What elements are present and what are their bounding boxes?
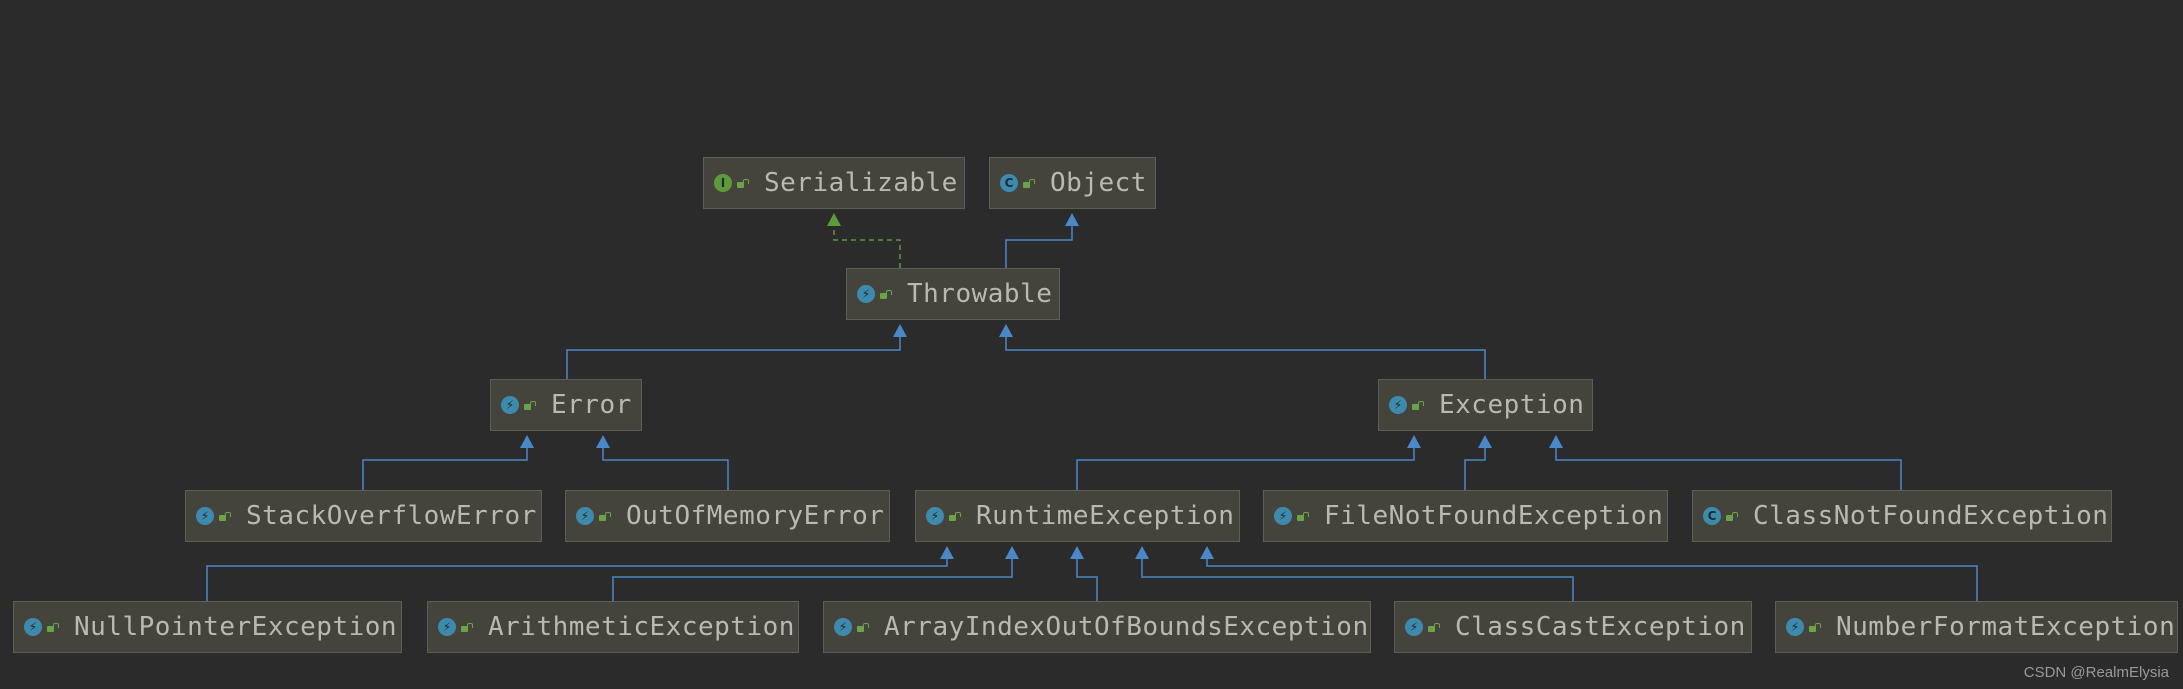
edge-error-throwable: [566, 336, 901, 379]
node-throwable[interactable]: ⚡ Throwable: [846, 268, 1060, 320]
node-nullpointerexception[interactable]: ⚡ NullPointerException: [13, 601, 402, 653]
lock-icon: [880, 289, 892, 299]
node-serializable[interactable]: I Serializable: [703, 157, 965, 209]
arrowhead: [999, 324, 1013, 337]
node-label: RuntimeException: [976, 501, 1235, 531]
exception-class-icon: ⚡: [1389, 396, 1407, 414]
edge-arithmeticexception-runtimeexception: [612, 558, 1013, 601]
arrowhead: [1135, 546, 1149, 559]
lock-icon: [219, 511, 231, 521]
node-exception[interactable]: ⚡ Exception: [1378, 379, 1593, 431]
edges-layer: [206, 213, 1978, 601]
edge-runtimeexception-exception: [1076, 447, 1415, 490]
edge-nullpointerexception-runtimeexception: [206, 558, 948, 601]
lock-icon: [47, 622, 59, 632]
edge-filenotfoundexception-exception: [1464, 447, 1486, 490]
arrowhead: [520, 435, 534, 448]
node-label: Serializable: [764, 168, 958, 198]
node-classnotfoundexception[interactable]: C ClassNotFoundException: [1692, 490, 2112, 542]
lock-icon: [1726, 511, 1738, 521]
lock-icon: [599, 511, 611, 521]
node-label: ClassNotFoundException: [1753, 501, 2109, 531]
lock-icon: [857, 622, 869, 632]
node-arrayindexoutofboundsexception[interactable]: ⚡ ArrayIndexOutOfBoundsException: [823, 601, 1371, 653]
exception-class-icon: ⚡: [438, 618, 456, 636]
watermark: CSDN @RealmElysia: [2023, 664, 2169, 681]
arrowhead: [596, 435, 610, 448]
edge-classnotfoundexception-exception: [1555, 447, 1902, 490]
exception-class-icon: ⚡: [1786, 618, 1804, 636]
arrowhead: [1065, 213, 1079, 226]
arrowhead: [1478, 435, 1492, 448]
node-label: Error: [551, 390, 632, 420]
node-label: OutOfMemoryError: [626, 501, 885, 531]
edge-throwable-serializable: [833, 225, 901, 268]
node-outofmemoryerror[interactable]: ⚡ OutOfMemoryError: [565, 490, 890, 542]
node-filenotfoundexception[interactable]: ⚡ FileNotFoundException: [1263, 490, 1668, 542]
node-object[interactable]: C Object: [989, 157, 1156, 209]
class-icon: C: [1000, 174, 1018, 192]
exception-class-icon: ⚡: [196, 507, 214, 525]
exception-class-icon: ⚡: [1274, 507, 1292, 525]
lock-icon: [1809, 622, 1821, 632]
node-label: ArrayIndexOutOfBoundsException: [884, 612, 1369, 642]
lock-icon: [461, 622, 473, 632]
edge-exception-throwable: [1005, 336, 1486, 379]
exception-class-icon: ⚡: [857, 285, 875, 303]
edge-outofmemoryerror-error: [602, 447, 729, 490]
arrowhead: [1549, 435, 1563, 448]
exception-class-icon: ⚡: [24, 618, 42, 636]
arrowhead: [1200, 546, 1214, 559]
node-classcastexception[interactable]: ⚡ ClassCastException: [1394, 601, 1752, 653]
node-runtimeexception[interactable]: ⚡ RuntimeException: [915, 490, 1240, 542]
edge-arrayindexoutofboundsexception-runtimeexception: [1076, 558, 1098, 601]
lock-icon: [1297, 511, 1309, 521]
node-arithmeticexception[interactable]: ⚡ ArithmeticException: [427, 601, 799, 653]
lock-icon: [1428, 622, 1440, 632]
node-label: FileNotFoundException: [1324, 501, 1664, 531]
arrowhead: [940, 546, 954, 559]
exception-class-icon: ⚡: [834, 618, 852, 636]
interface-icon: I: [714, 174, 732, 192]
arrowhead: [827, 213, 841, 226]
exception-class-icon: ⚡: [1405, 618, 1423, 636]
lock-icon: [1023, 178, 1035, 188]
lock-icon: [737, 178, 749, 188]
node-label: NullPointerException: [74, 612, 398, 642]
edge-throwable-object: [1005, 225, 1073, 268]
arrowhead: [1005, 546, 1019, 559]
node-label: Throwable: [907, 279, 1053, 309]
arrowhead: [893, 324, 907, 337]
node-label: StackOverflowError: [246, 501, 537, 531]
node-error[interactable]: ⚡ Error: [490, 379, 642, 431]
lock-icon: [949, 511, 961, 521]
arrowhead: [1070, 546, 1084, 559]
node-label: NumberFormatException: [1836, 612, 2176, 642]
node-label: Object: [1050, 168, 1147, 198]
node-numberformatexception[interactable]: ⚡ NumberFormatException: [1775, 601, 2178, 653]
exception-class-icon: ⚡: [576, 507, 594, 525]
node-label: ArithmeticException: [488, 612, 795, 642]
class-icon: C: [1703, 507, 1721, 525]
node-label: Exception: [1439, 390, 1585, 420]
node-stackoverflowerror[interactable]: ⚡ StackOverflowError: [185, 490, 542, 542]
node-label: ClassCastException: [1455, 612, 1746, 642]
lock-icon: [524, 400, 536, 410]
edge-stackoverflowerror-error: [362, 447, 528, 490]
edge-numberformatexception-runtimeexception: [1206, 558, 1978, 601]
exception-class-icon: ⚡: [926, 507, 944, 525]
arrowhead: [1407, 435, 1421, 448]
lock-icon: [1412, 400, 1424, 410]
exception-class-icon: ⚡: [501, 396, 519, 414]
